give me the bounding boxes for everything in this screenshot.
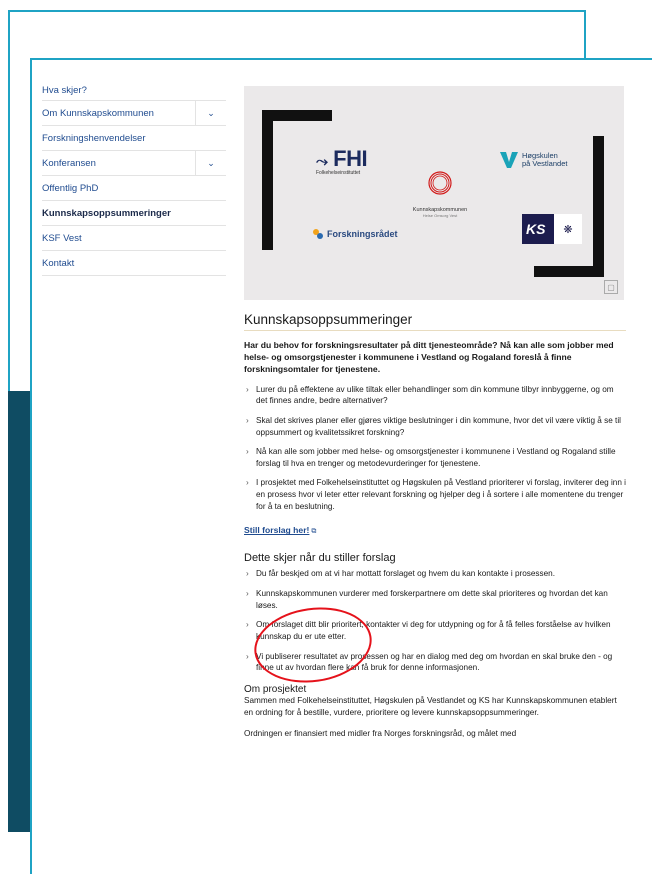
list-item: Nå kan alle som jobber med helse- og oms…: [244, 446, 626, 469]
still-forslag-link[interactable]: Still forslag her!: [244, 525, 309, 535]
decorative-bracket: [262, 110, 273, 250]
background-dark-panel: [8, 391, 32, 832]
list-item: Du får beskjed om at vi har mottatt fors…: [244, 568, 626, 580]
chevron-down-icon[interactable]: ⌄: [195, 101, 226, 125]
sidebar-item-label: Kontakt: [42, 257, 75, 269]
sidebar-item-label: Kunnskapsoppsummeringer: [42, 207, 171, 219]
sidebar-item-label: Offentlig PhD: [42, 182, 99, 194]
page-content: Hva skjer? Om Kunnskapskommunen ⌄ Forskni…: [30, 58, 652, 874]
ks-logo: KS ❋: [522, 214, 582, 244]
sidebar-item-ksf-vest[interactable]: KSF Vest: [42, 226, 226, 251]
decorative-bracket: [593, 136, 604, 277]
section-heading: Dette skjer når du stiller forslag: [244, 552, 396, 565]
forskningsradet-logo: Forskningsrådet: [312, 228, 398, 240]
sidebar-item-label: Om Kunnskapskommunen: [42, 107, 154, 119]
hero-image: ⤳ FHI Folkehelseinstituttet Høgskulen på…: [244, 86, 624, 300]
hvl-logo: Høgskulen på Vestlandet: [500, 151, 568, 169]
kk-logo-subtext: Helse Omsorg Vest: [422, 213, 458, 218]
fhi-logo-subtext: Folkehelseinstituttet: [316, 170, 361, 176]
fhi-logo: ⤳ FHI Folkehelseinstituttet: [316, 146, 368, 176]
list-item: Skal det skrives planer eller gjøres vik…: [244, 415, 626, 438]
list-item: I prosjektet med Folkehelseinstituttet o…: [244, 477, 626, 512]
sidebar-nav: Hva skjer? Om Kunnskapskommunen ⌄ Forskni…: [42, 80, 226, 276]
sidebar-item-hva-skjer[interactable]: Hva skjer?: [42, 80, 226, 101]
ks-emblem-icon: ❋: [554, 214, 582, 244]
fhi-logo-text: FHI: [333, 146, 368, 171]
sidebar-item-label: Hva skjer?: [42, 84, 87, 96]
page-title: Kunnskapsoppsummeringer: [244, 312, 626, 331]
sidebar-item-label: Konferansen: [42, 157, 96, 169]
chevron-down-icon[interactable]: ⌄: [195, 151, 226, 175]
sidebar-item-forskningshenvendelser[interactable]: Forskningshenvendelser: [42, 126, 226, 151]
article: Kunnskapsoppsummeringer Har du behov for…: [244, 312, 626, 750]
sidebar-item-offentlig-phd[interactable]: Offentlig PhD: [42, 176, 226, 201]
paragraph: Ordningen er finansiert med midler fra N…: [244, 729, 517, 739]
list-item: Lurer du på effektene av ulike tiltak el…: [244, 384, 626, 407]
external-link-icon: ⧉: [311, 528, 317, 536]
kunnskapskommunen-logo: Kunnskapskommunen Helse Omsorg Vest: [404, 170, 476, 218]
sidebar-item-kontakt[interactable]: Kontakt: [42, 251, 226, 276]
sidebar-item-kunnskapsoppsummeringer[interactable]: Kunnskapsoppsummeringer: [42, 201, 226, 226]
kk-rings-icon: [428, 171, 452, 195]
sidebar-item-om-kunnskapskommunen[interactable]: Om Kunnskapskommunen ⌄: [42, 101, 226, 126]
paragraph: Sammen med Folkehelseinstituttet, Høgsku…: [244, 695, 617, 717]
sidebar-item-konferansen[interactable]: Konferansen ⌄: [42, 151, 226, 176]
forskningsradet-logo-text: Forskningsrådet: [327, 229, 398, 239]
expand-icon[interactable]: ▢: [604, 280, 618, 294]
forskningsradet-mark-icon: [313, 229, 323, 239]
hvl-logo-line2: på Vestlandet: [522, 159, 568, 169]
hvl-mark-icon: [500, 152, 518, 169]
article-intro: Har du behov for forskningsresultater på…: [244, 340, 614, 375]
sidebar-item-label: KSF Vest: [42, 232, 82, 244]
sidebar-item-label: Forskningshenvendelser: [42, 132, 146, 144]
ks-logo-text: KS: [526, 221, 546, 237]
article-bullets: Lurer du på effektene av ulike tiltak el…: [244, 384, 626, 513]
section-heading: Om prosjektet: [244, 683, 307, 695]
list-item: Kunnskapskommunen vurderer med forskerpa…: [244, 588, 626, 611]
